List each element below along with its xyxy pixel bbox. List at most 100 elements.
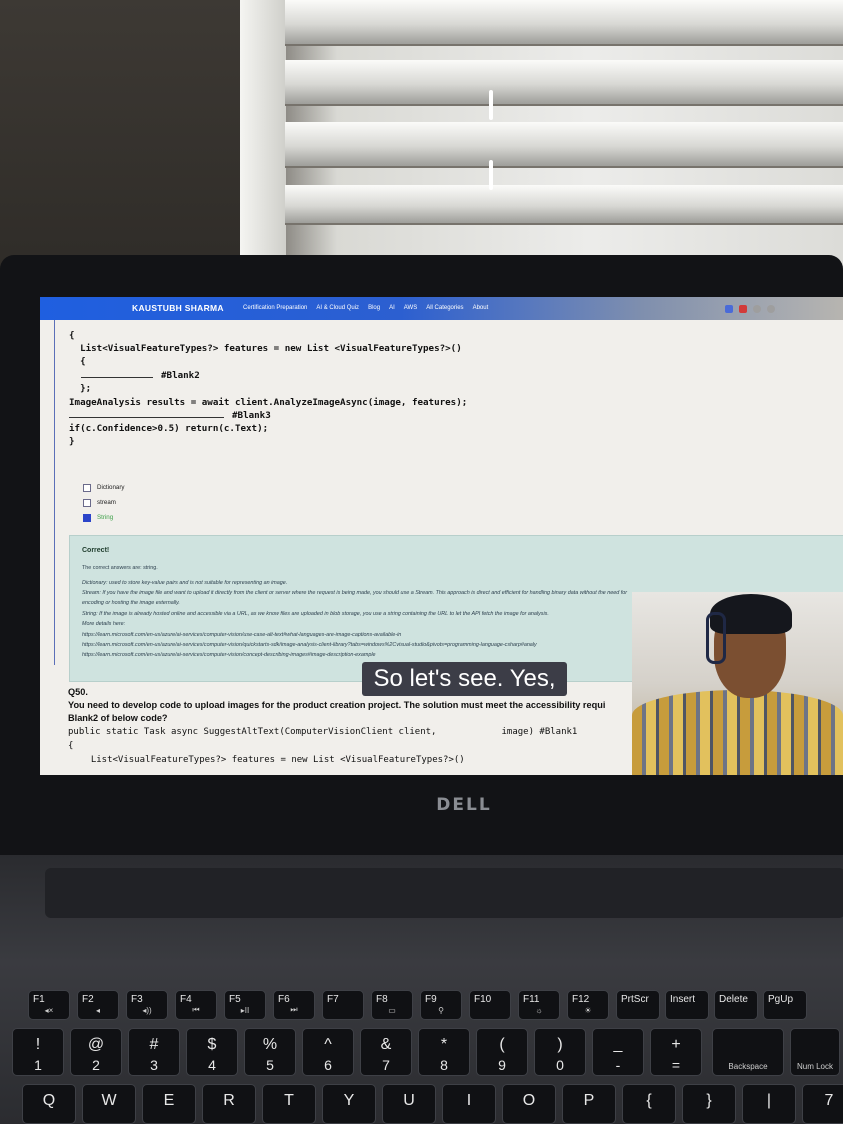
key-=[interactable]: + = (650, 1028, 702, 1076)
key-i[interactable]: I (442, 1084, 496, 1124)
key-p[interactable]: P (562, 1084, 616, 1124)
nav-link-blog[interactable]: Blog (368, 305, 380, 311)
key-icon: ◂× (44, 1006, 54, 1015)
nav-icons (725, 305, 775, 313)
key-6[interactable]: ^ 6 (302, 1028, 354, 1076)
key-shift-label: % (262, 1036, 278, 1053)
option-dictionary[interactable]: Dictionary (83, 480, 125, 495)
blank-underline (81, 370, 153, 378)
code-line: { (69, 330, 75, 341)
nav-link-quiz[interactable]: AI & Cloud Quiz (316, 305, 359, 311)
key-shift-label: $ (207, 1036, 217, 1053)
key-f9[interactable]: F9 ⚲ (420, 990, 462, 1020)
nav-link-aws[interactable]: AWS (404, 305, 417, 311)
code-blank2-line: #Blank2 (81, 370, 200, 381)
key-e[interactable]: E (142, 1084, 196, 1124)
key-t[interactable]: T (262, 1084, 316, 1124)
option-checkbox[interactable] (83, 483, 91, 492)
laptop-hinge (45, 868, 843, 918)
key-f10[interactable]: F10 (469, 990, 511, 1020)
key-prtscr[interactable]: PrtScr (616, 990, 660, 1020)
option-checkbox-checked[interactable] (83, 513, 91, 522)
key-label: 5 (266, 1057, 274, 1073)
option-stream[interactable]: stream (83, 495, 125, 510)
key-q[interactable]: Q (22, 1084, 76, 1124)
key-num-lock[interactable]: Num Lock (790, 1028, 840, 1076)
nav-link-certification[interactable]: Certification Preparation (243, 305, 307, 311)
key-f5[interactable]: F5 ▸II (224, 990, 266, 1020)
key-7[interactable]: 7 (802, 1084, 843, 1124)
key-shift-label: # (149, 1036, 159, 1053)
nav-link-about[interactable]: About (473, 305, 489, 311)
key-insert[interactable]: Insert (665, 990, 709, 1020)
question-code-line: { (68, 741, 74, 751)
key-|[interactable]: | (742, 1084, 796, 1124)
nav-link-categories[interactable]: All Categories (426, 305, 463, 311)
key-7[interactable]: & 7 (360, 1028, 412, 1076)
key-{[interactable]: { (622, 1084, 676, 1124)
key-y[interactable]: Y (322, 1084, 376, 1124)
key-3[interactable]: #3 (128, 1028, 180, 1076)
laptop-logo: DELL (436, 795, 492, 815)
presenter-shirt (632, 690, 843, 775)
key-f3[interactable]: F3 ◂)) (126, 990, 168, 1020)
key-label: R (223, 1092, 235, 1109)
key-label: F2 (82, 994, 94, 1005)
key-f1[interactable]: F1 ◂× (28, 990, 70, 1020)
youtube-icon[interactable] (739, 305, 747, 313)
key-label: Num Lock (796, 1062, 833, 1071)
key-u[interactable]: U (382, 1084, 436, 1124)
key-label: PrtScr (621, 994, 649, 1005)
key-shift-label: ) (557, 1036, 563, 1053)
search-icon[interactable] (753, 305, 761, 313)
video-caption: So let's see. Yes, (362, 662, 567, 696)
key-8[interactable]: * 8 (418, 1028, 470, 1076)
key-label: 7 (824, 1092, 834, 1109)
key-4[interactable]: $4 (186, 1028, 238, 1076)
key-label: 4 (208, 1057, 216, 1073)
key-f7[interactable]: F7 (322, 990, 364, 1020)
blind-cord (489, 90, 493, 120)
window-frame (240, 0, 286, 260)
key-f4[interactable]: F4 ⏮ (175, 990, 217, 1020)
linkedin-icon[interactable] (725, 305, 733, 313)
window-blind-slat (285, 60, 843, 106)
result-explanation: Dictionary: used to store key-value pair… (82, 580, 288, 586)
option-string[interactable]: String (83, 510, 125, 525)
key-icon: ◂ (95, 1006, 100, 1015)
key--[interactable]: _ - (592, 1028, 644, 1076)
key-pgup[interactable]: PgUp (763, 990, 807, 1020)
key-}[interactable]: } (682, 1084, 736, 1124)
key-backspace[interactable]: Backspace (712, 1028, 784, 1076)
theme-toggle-icon[interactable] (767, 305, 775, 313)
key-f6[interactable]: F6 ⏭ (273, 990, 315, 1020)
code-line: }; (69, 383, 92, 394)
key-f8[interactable]: F8 ▭ (371, 990, 413, 1020)
key-icon: ☀ (584, 1006, 592, 1015)
key-5[interactable]: % 5 (244, 1028, 296, 1076)
headset-icon (706, 612, 726, 664)
site-brand[interactable]: KAUSTUBH SHARMA (132, 303, 224, 313)
key-9[interactable]: (9 (476, 1028, 528, 1076)
key-f11[interactable]: F11 ☼ (518, 990, 560, 1020)
key-r[interactable]: R (202, 1084, 256, 1124)
key-0[interactable]: ) 0 (534, 1028, 586, 1076)
key-2[interactable]: @2 (70, 1028, 122, 1076)
key-label: O (522, 1092, 536, 1109)
key-f12[interactable]: F12 ☀ (567, 990, 609, 1020)
key-w[interactable]: W (82, 1084, 136, 1124)
option-checkbox[interactable] (83, 498, 91, 507)
code-line: { (69, 356, 86, 367)
key-label: W (101, 1092, 117, 1109)
key-1[interactable]: ! 1 (12, 1028, 64, 1076)
key-delete[interactable]: Delete (714, 990, 758, 1020)
blind-cord (489, 160, 493, 190)
question-code-line: List<VisualFeatureTypes?> features = new… (80, 755, 465, 765)
key-f2[interactable]: F2 ◂ (77, 990, 119, 1020)
site-navbar: KAUSTUBH SHARMA Certification Preparatio… (40, 297, 843, 320)
blank-underline (69, 410, 224, 418)
nav-link-ai[interactable]: AI (389, 305, 395, 311)
key-label: T (284, 1092, 294, 1109)
key-o[interactable]: O (502, 1084, 556, 1124)
key-icon: ⚲ (438, 1006, 444, 1015)
